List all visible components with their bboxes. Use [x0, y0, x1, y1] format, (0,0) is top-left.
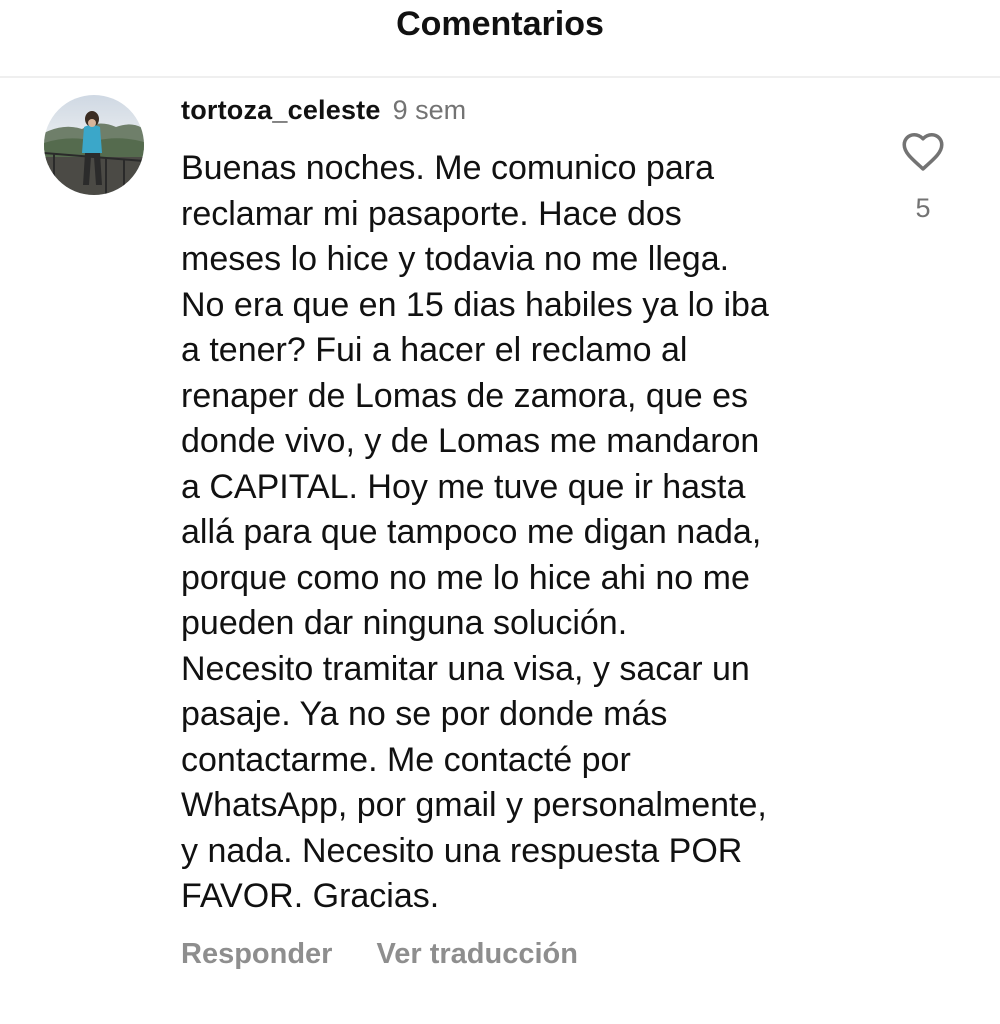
comment-header: tortoza_celeste 9 sem: [181, 90, 466, 130]
avatar[interactable]: [44, 95, 144, 195]
comments-header: Comentarios: [0, 0, 1000, 78]
comment-text: Buenas noches. Me comunico para reclamar…: [181, 146, 871, 920]
comment-text-line: porque como no me lo hice ahi no me: [181, 558, 750, 597]
see-translation-button[interactable]: Ver traducción: [376, 938, 577, 970]
comment-text-line: a tener? Fui a hacer el reclamo al: [181, 331, 688, 369]
comment-text-line: reclamar mi pasaporte. Hace dos: [181, 194, 682, 233]
comment-text-line: contactarme. Me contacté por: [181, 740, 631, 779]
comment-text-line: a CAPITAL. Hoy me tuve que ir hasta: [181, 467, 746, 506]
user-avatar-photo: [44, 95, 144, 195]
comment-text-line: pueden dar ninguna solución.: [181, 604, 628, 642]
like-count: 5: [915, 193, 931, 223]
comment-username[interactable]: tortoza_celeste: [181, 95, 381, 125]
like-button[interactable]: [898, 126, 948, 176]
comment-text-line: meses lo hice y todavia no me llega.: [181, 240, 730, 278]
comment-actions: Responder Ver traducción: [181, 932, 578, 976]
comment-text-line: WhatsApp, por gmail y personalmente,: [181, 786, 767, 824]
comment-text-line: allá para que tampoco me digan nada,: [181, 513, 762, 551]
comment-text-line: Necesito tramitar una visa, y sacar un: [181, 649, 750, 688]
comment-text-line: pasaje. Ya no se por donde más: [181, 695, 668, 733]
comment-text-line: donde vivo, y de Lomas me mandaron: [181, 422, 760, 460]
page-title: Comentarios: [396, 5, 604, 43]
heart-outline-icon: [902, 132, 944, 171]
comment-text-line: y nada. Necesito una respuesta POR: [181, 831, 743, 870]
comment-text-line: Buenas noches. Me comunico para: [181, 149, 714, 187]
comment-timestamp: 9 sem: [392, 95, 467, 125]
reply-button[interactable]: Responder: [181, 938, 332, 970]
comment-text-line: No era que en 15 dias habiles ya lo iba: [181, 285, 769, 324]
comment-text-line: renaper de Lomas de zamora, que es: [181, 376, 749, 415]
comment-text-line: FAVOR. Gracias.: [181, 877, 440, 915]
